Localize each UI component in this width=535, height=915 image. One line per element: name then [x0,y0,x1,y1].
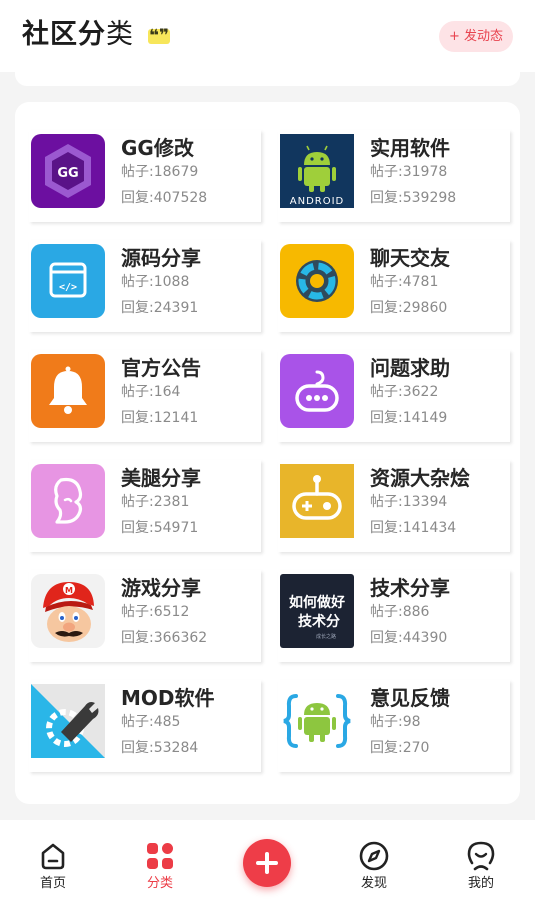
category-card-chat[interactable]: 聊天交友 帖子:4781 回复:29860 [278,240,510,332]
category-posts: 帖子:886 [370,604,430,620]
category-replies: 回复:14149 [370,410,448,426]
top-card-strip [15,72,520,86]
category-name: 资源大杂烩 [370,466,470,490]
android-robot-icon: ANDROID [280,134,354,208]
mario-face-icon: M [31,574,105,648]
category-card-help[interactable]: 问题求助 帖子:3622 回复:14149 [278,350,510,442]
category-card-resources[interactable]: 资源大杂烩 帖子:13394 回复:141434 [278,460,510,552]
gg-hexagon-icon: GG [31,134,105,208]
category-card-tech[interactable]: 如何做好 技术分 成长之路 技术分享 帖子:886 回复:44390 [278,570,510,662]
bell-icon [31,354,105,428]
profile-face-icon [467,841,495,871]
category-replies: 回复:53284 [121,740,199,756]
category-replies: 回复:29860 [370,300,448,316]
page-title-bold: 社区分 [22,19,106,50]
category-card-apps[interactable]: ANDROID 实用软件 帖子:31978 回复:539298 [278,130,510,222]
category-posts: 帖子:31978 [370,164,448,180]
category-card-gg[interactable]: GG GG修改 帖子:18679 回复:407528 [29,130,261,222]
category-posts: 帖子:2381 [121,494,190,510]
category-name: 源码分享 [121,246,201,270]
tab-mine-label: 我的 [467,876,494,891]
category-replies: 回复:24391 [121,300,199,316]
tech-banner-line2: 技术分 [298,613,340,630]
category-card-source-code[interactable]: </> 源码分享 帖子:1088 回复:24391 [29,240,261,332]
post-dynamic-button[interactable]: + 发动态 [439,21,513,52]
tab-discover-label: 发现 [360,876,387,891]
page-title: 社区分类 [22,18,134,52]
tech-banner-line3: 成长之路 [316,633,336,640]
svg-text:</>: </> [59,282,77,293]
joystick-icon [280,464,354,538]
code-window-icon: </> [31,244,105,318]
category-replies: 回复:12141 [121,410,199,426]
category-posts: 帖子:1088 [121,274,190,290]
category-name: 技术分享 [370,576,450,600]
category-panel: GG GG修改 帖子:18679 回复:407528 ANDROID 实用软件 … [15,102,520,804]
svg-text:GG: GG [57,166,78,181]
category-replies: 回复:407528 [121,190,208,206]
category-name: 美腿分享 [121,466,201,490]
woman-silhouette-icon [31,464,105,538]
android-braces-icon [280,684,354,758]
compass-icon [359,841,389,871]
category-replies: 回复:539298 [370,190,457,206]
category-posts: 帖子:6512 [121,604,190,620]
category-card-games[interactable]: M 游戏分享 帖子:6512 回复:366362 [29,570,261,662]
tech-banner-line1: 如何做好 [289,594,345,611]
quote-icon: ❝❞ [148,26,170,46]
header: 社区分类 ❝❞ + 发动态 [0,0,535,72]
category-posts: 帖子:3622 [370,384,439,400]
category-replies: 回复:270 [370,740,430,756]
category-name: 问题求助 [370,356,450,380]
page-title-light: 类 [106,19,134,50]
category-posts: 帖子:164 [121,384,181,400]
category-posts: 帖子:13394 [370,494,448,510]
aperture-ring-icon [280,244,354,318]
category-name: 实用软件 [370,136,450,160]
category-posts: 帖子:485 [121,714,181,730]
tab-category-label: 分类 [146,876,173,891]
svg-text:M: M [65,586,73,595]
gamepad-icon [280,354,354,428]
category-posts: 帖子:4781 [370,274,439,290]
category-replies: 回复:366362 [121,630,208,646]
category-card-announcement[interactable]: 官方公告 帖子:164 回复:12141 [29,350,261,442]
category-replies: 回复:141434 [370,520,457,536]
tab-category[interactable]: 分类 [125,840,195,892]
android-wordmark: ANDROID [290,196,345,207]
tab-mine[interactable]: 我的 [446,840,516,892]
add-post-fab[interactable] [243,839,291,887]
category-card-legs[interactable]: 美腿分享 帖子:2381 回复:54971 [29,460,261,552]
category-card-mod[interactable]: MOD软件 帖子:485 回复:53284 [29,680,261,772]
category-grid-icon [147,843,173,869]
tab-discover[interactable]: 发现 [339,840,409,892]
category-replies: 回复:44390 [370,630,448,646]
tab-home-label: 首页 [39,876,66,891]
category-card-feedback[interactable]: 意见反馈 帖子:98 回复:270 [278,680,510,772]
category-name: 意见反馈 [370,686,450,710]
category-posts: 帖子:18679 [121,164,199,180]
category-name: GG修改 [121,136,194,160]
wrench-gear-icon [31,684,105,758]
category-name: MOD软件 [121,686,215,710]
category-name: 官方公告 [121,356,201,380]
home-icon [41,843,65,870]
category-replies: 回复:54971 [121,520,199,536]
bottom-tab-bar: 首页 分类 发现 我的 [0,820,535,915]
category-name: 游戏分享 [121,576,201,600]
tech-banner-icon: 如何做好 技术分 成长之路 [280,574,354,648]
tab-home[interactable]: 首页 [18,840,88,892]
category-name: 聊天交友 [370,246,450,270]
category-posts: 帖子:98 [370,714,421,730]
